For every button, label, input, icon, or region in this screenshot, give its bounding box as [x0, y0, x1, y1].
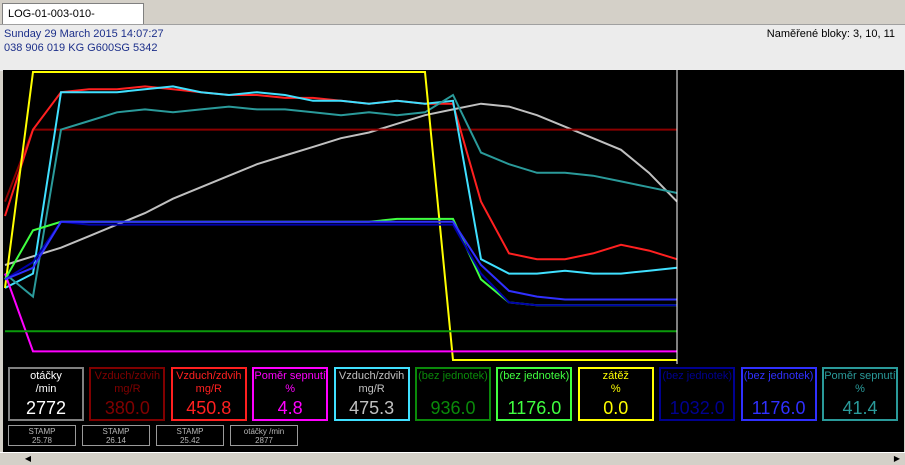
gauge-box: (bez jednotek) 1176.0 — [496, 367, 573, 421]
gauge-panel: otáčky/min 2772 Vzduch/zdvih mg/R 380.0 Vzduc… — [3, 364, 904, 452]
series-line — [4, 102, 678, 266]
gauge-box: otáčky/min 2772 — [8, 367, 84, 421]
gauge-unit: mg/R — [195, 383, 222, 395]
gauge-value: 2772 — [25, 398, 67, 418]
gauge-unit: % — [855, 383, 865, 395]
gauge-value: 41.4 — [842, 398, 878, 418]
gauge-unit: mg/R — [114, 383, 141, 395]
gauge-value: 0.0 — [603, 398, 629, 418]
gauge-unit: /min — [35, 383, 57, 395]
gauge-name: Vzduch/zdvih — [338, 370, 405, 382]
series-line — [4, 85, 678, 261]
arrow-right-icon[interactable]: ▶ — [891, 454, 903, 464]
gauge-unit: % — [610, 383, 621, 395]
gauge-name: (bez jednotek) — [662, 370, 733, 382]
stamp-value: 25.78 — [31, 436, 53, 445]
gauge-value: 475.3 — [349, 398, 395, 418]
tab-bar: LOG-01-003-010-vaha.CSV — [0, 0, 905, 40]
gauge-name: (bez jednotek) — [743, 370, 814, 382]
gauge-name: otáčky — [30, 370, 62, 382]
ecu-ident: 038 906 019 KG G600SG 5342 — [4, 42, 158, 54]
gauge-unit — [661, 383, 733, 396]
gauge-value: 1032.0 — [669, 398, 725, 418]
stamp-label: STAMP — [176, 427, 204, 436]
line-chart — [4, 70, 678, 364]
file-tab[interactable]: LOG-01-003-010-vaha.CSV — [2, 3, 144, 40]
gauge-box: zátěž% 0.0 — [577, 367, 654, 421]
gauge-unit — [417, 383, 489, 396]
gauge-name: Poměr sepnutí — [824, 370, 896, 382]
series-line — [4, 128, 677, 202]
gauge-unit — [743, 383, 815, 396]
gauge-value: 1176.0 — [751, 398, 806, 418]
gauge-name: Vzduch/zdvih — [94, 370, 161, 382]
horizontal-scrollbar[interactable]: ◀ ▶ — [0, 452, 905, 465]
stamp-box: STAMP 25.42 — [156, 425, 224, 446]
stamp-label: STAMP — [102, 427, 130, 436]
gauge-box: (bez jednotek) 936.0 — [415, 367, 491, 421]
gauge-box: Vzduch/zdvih mg/R 450.8 — [170, 367, 247, 421]
gauge-value: 380.0 — [104, 398, 150, 418]
stamp-box: otáčky /min 2877 — [230, 425, 298, 446]
gauge-value: 1176.0 — [507, 398, 562, 418]
gauge-unit: mg/R — [358, 383, 385, 395]
gauge-unit: % — [285, 383, 296, 395]
stamp-box: STAMP 25.78 — [8, 425, 76, 446]
series-line — [4, 273, 677, 353]
series-line — [4, 217, 677, 307]
gauge-value: 4.8 — [277, 398, 303, 418]
stamp-box: STAMP 26.14 — [82, 425, 150, 446]
gauge-name: (bez jednotek) — [418, 370, 488, 382]
gauge-name: (bez jednotek) — [499, 370, 570, 382]
gauge-box: (bez jednotek) 1176.0 — [740, 367, 817, 421]
gauge-name: zátěž — [602, 370, 629, 382]
series-line — [4, 220, 677, 301]
log-date: Sunday 29 March 2015 14:07:27 — [4, 28, 164, 40]
stamp-label: otáčky /min — [243, 427, 285, 436]
gauge-unit — [498, 383, 570, 396]
gauge-box: Poměr sepnutí% 41.4 — [822, 367, 898, 421]
gauge-value: 450.8 — [186, 398, 232, 418]
gauge-name: Poměr sepnutí — [254, 370, 326, 382]
graph-area[interactable] — [3, 70, 904, 364]
gauge-value: 936.0 — [430, 398, 476, 418]
stamp-value: 26.14 — [105, 436, 127, 445]
gauge-name: Vzduch/zdvih — [176, 370, 242, 382]
measured-blocks: Naměřené bloky: 3, 10, 11 — [766, 28, 895, 40]
stamp-value: 2877 — [255, 436, 273, 445]
series-line — [4, 93, 678, 299]
gauge-box: Vzduch/zdvih mg/R 380.0 — [89, 367, 166, 421]
series-line — [4, 220, 677, 307]
gauge-box: Poměr sepnutí% 4.8 — [252, 367, 329, 421]
stamp-value: 25.42 — [179, 436, 201, 445]
log-header: Sunday 29 March 2015 14:07:27 038 906 01… — [0, 24, 905, 71]
stamp-label: STAMP — [28, 427, 56, 436]
gauge-box: (bez jednotek) 1032.0 — [659, 367, 736, 421]
arrow-left-icon[interactable]: ◀ — [22, 454, 34, 464]
gauge-box: Vzduch/zdvih mg/R 475.3 — [333, 367, 410, 421]
